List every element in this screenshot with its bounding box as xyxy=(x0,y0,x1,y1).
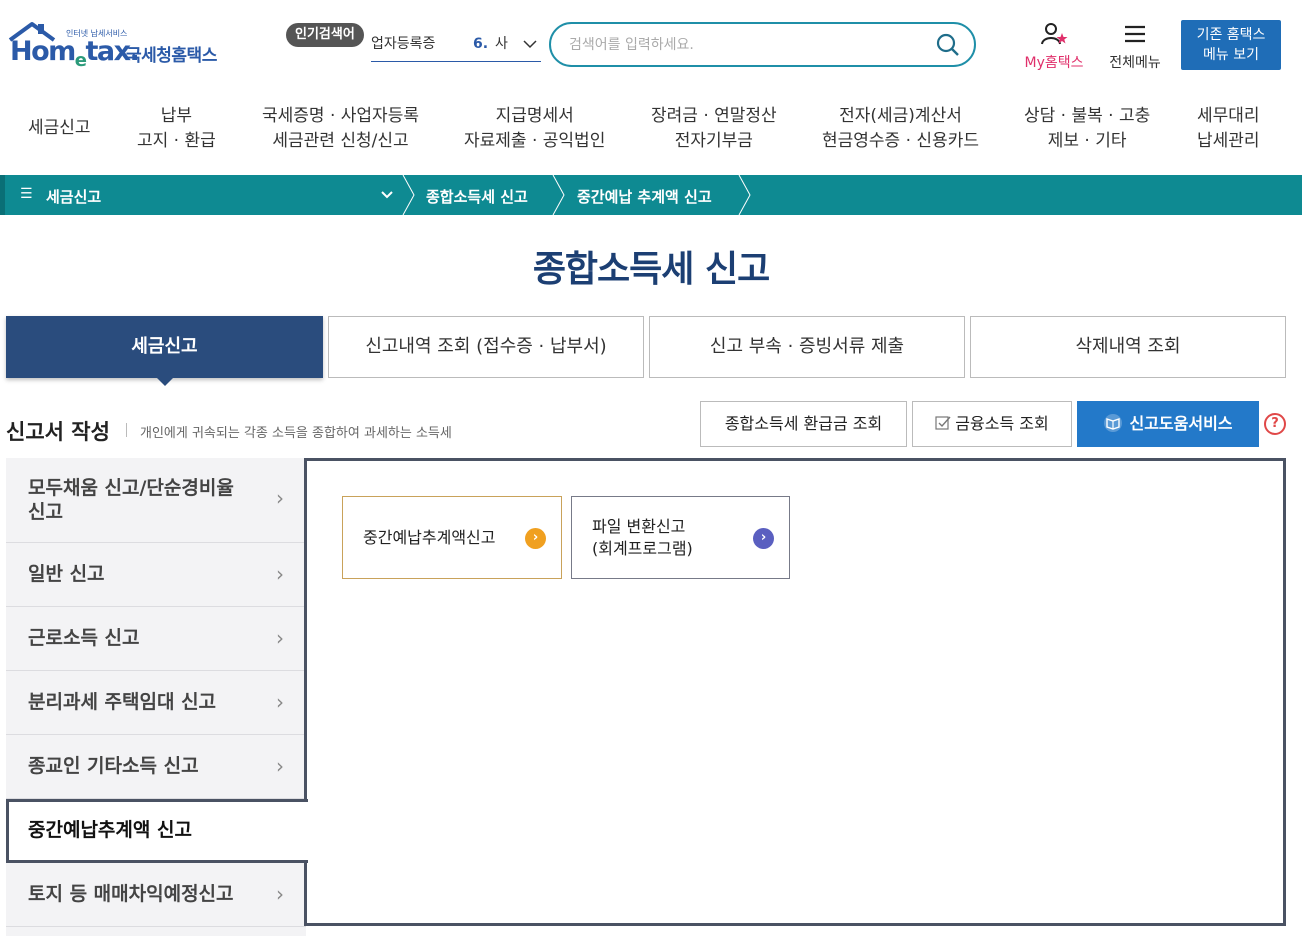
financial-income-button[interactable]: 금융소득 조회 xyxy=(912,401,1072,447)
checkbox-edit-icon xyxy=(935,416,951,430)
content-panel: 중간예납추계액신고 › 파일 변환신고 (회계프로그램) › xyxy=(304,458,1286,926)
user-star-icon xyxy=(1041,23,1068,45)
side-item-religious[interactable]: 종교인 기타소득 신고 › xyxy=(6,735,306,799)
gnb-item-payment-statements[interactable]: 지급명세서 자료제출 · 공익법인 xyxy=(464,104,605,154)
breadcrumb-menu-icon[interactable]: ☰ xyxy=(20,186,33,202)
tab-tax-filing[interactable]: 세금신고 xyxy=(6,316,323,386)
search-input[interactable] xyxy=(569,32,929,58)
chevron-right-icon: › xyxy=(276,690,284,714)
my-hometax-label: My홈택스 xyxy=(1024,55,1084,71)
gnb-item-certificates[interactable]: 국세증명 · 사업자등록 세금관련 신청/신고 xyxy=(262,104,419,154)
chevron-down-icon[interactable] xyxy=(380,185,394,205)
global-nav: 세금신고 납부 고지 · 환급 국세증명 · 사업자등록 세금관련 신청/신고 지급… xyxy=(0,92,1302,174)
chevron-right-icon: › xyxy=(276,754,284,778)
book-icon xyxy=(1104,414,1123,432)
refund-inquiry-button[interactable]: 종합소득세 환급금 조회 xyxy=(700,401,907,447)
breadcrumb-level1[interactable]: 세금신고 xyxy=(46,186,101,207)
gnb-item-tax-agent[interactable]: 세무대리 납세관리 xyxy=(1197,104,1260,154)
gnb-item-e-invoice[interactable]: 전자(세금)계산서 현금영수증 · 신용카드 xyxy=(822,104,979,154)
header: 인터넷 납세서비스 Hometax. 국세청홈택스 인기검색어 업자등록증 6.… xyxy=(0,0,1302,90)
breadcrumb-separator-icon xyxy=(738,175,751,215)
popular-search-badge: 인기검색어 xyxy=(286,23,364,47)
old-hometax-line2: 메뉴 보기 xyxy=(1203,47,1259,63)
logo-wordmark: Hometax. xyxy=(10,36,140,71)
search-icon[interactable] xyxy=(936,33,960,57)
old-hometax-line1: 기존 홈택스 xyxy=(1196,27,1266,43)
chevron-right-icon: › xyxy=(276,882,284,906)
tab-filing-history[interactable]: 신고내역 조회 (접수증 · 납부서) xyxy=(328,316,644,378)
popular-term-prev: 업자등록증 xyxy=(371,36,436,52)
my-hometax-button[interactable]: My홈택스 xyxy=(1018,22,1090,72)
section-title: 신고서 작성 xyxy=(6,420,110,444)
hometax-logo[interactable]: 인터넷 납세서비스 Hometax. 국세청홈택스 xyxy=(8,20,228,71)
card-label: 파일 변환신고 (회계프로그램) xyxy=(592,516,693,558)
breadcrumb-level2[interactable]: 종합소득세 신고 xyxy=(426,186,528,207)
all-menu-button[interactable]: 전체메뉴 xyxy=(1102,22,1168,72)
breadcrumb: ☰ 세금신고 종합소득세 신고 중간예납 추계액 신고 xyxy=(0,175,1302,215)
section-description: 개인에게 귀속되는 각종 소득을 종합하여 과세하는 소득세 xyxy=(140,426,452,441)
gnb-item-incentives[interactable]: 장려금 · 연말정산 전자기부금 xyxy=(651,104,777,154)
arrow-right-circle-icon: › xyxy=(525,528,546,549)
search-box xyxy=(549,22,976,67)
card-file-conversion[interactable]: 파일 변환신고 (회계프로그램) › xyxy=(571,496,790,579)
card-label: 중간예납추계액신고 xyxy=(363,527,496,547)
chevron-down-icon xyxy=(523,40,537,49)
chevron-right-icon: › xyxy=(276,626,284,650)
help-question-icon[interactable]: ? xyxy=(1264,413,1286,435)
gnb-item-payment[interactable]: 납부 고지 · 환급 xyxy=(137,104,216,154)
filing-help-service-button[interactable]: 신고도움서비스 xyxy=(1077,401,1259,447)
popular-rank: 6. xyxy=(473,36,489,52)
breadcrumb-separator-icon xyxy=(552,175,565,215)
side-item-general[interactable]: 일반 신고 › xyxy=(6,543,306,607)
gnb-item-tax-filing[interactable]: 세금신고 xyxy=(28,116,91,141)
chevron-right-icon: › xyxy=(276,562,284,586)
popular-search-dropdown[interactable]: 업자등록증 6. 사 xyxy=(371,28,541,62)
breadcrumb-level3[interactable]: 중간예납 추계액 신고 xyxy=(577,186,712,207)
card-interim-prepayment[interactable]: 중간예납추계액신고 › xyxy=(342,496,562,579)
popular-term-current: 사 xyxy=(495,36,508,52)
gnb-item-consulting[interactable]: 상담 · 불복 · 고충 제보 · 기타 xyxy=(1024,104,1150,154)
arrow-right-circle-icon: › xyxy=(753,528,774,549)
side-item-land-sale[interactable]: 토지 등 매매차익예정신고 › xyxy=(6,863,306,927)
side-item-interim-prepayment[interactable]: 중간예납추계액 신고 xyxy=(6,799,308,863)
side-menu: 모두채움 신고/단순경비율 신고 › 일반 신고 › 근로소득 신고 › 분리과세 … xyxy=(6,458,308,936)
side-item-prefilled[interactable]: 모두채움 신고/단순경비율 신고 › xyxy=(6,458,306,543)
breadcrumb-separator-icon xyxy=(402,175,415,215)
logo-korean-name: 국세청홈택스 xyxy=(126,46,217,66)
side-item-housing-rent[interactable]: 분리과세 주택임대 신고 › xyxy=(6,671,306,735)
hamburger-icon xyxy=(1125,25,1145,43)
tab-attachments[interactable]: 신고 부속 · 증빙서류 제출 xyxy=(649,316,965,378)
old-hometax-button[interactable]: 기존 홈택스 메뉴 보기 xyxy=(1181,20,1281,70)
chevron-right-icon: › xyxy=(276,486,284,510)
side-item-earned-income[interactable]: 근로소득 신고 › xyxy=(6,607,306,671)
tab-deleted-history[interactable]: 삭제내역 조회 xyxy=(970,316,1286,378)
page-title: 종합소득세 신고 xyxy=(532,249,770,290)
all-menu-label: 전체메뉴 xyxy=(1109,55,1161,71)
